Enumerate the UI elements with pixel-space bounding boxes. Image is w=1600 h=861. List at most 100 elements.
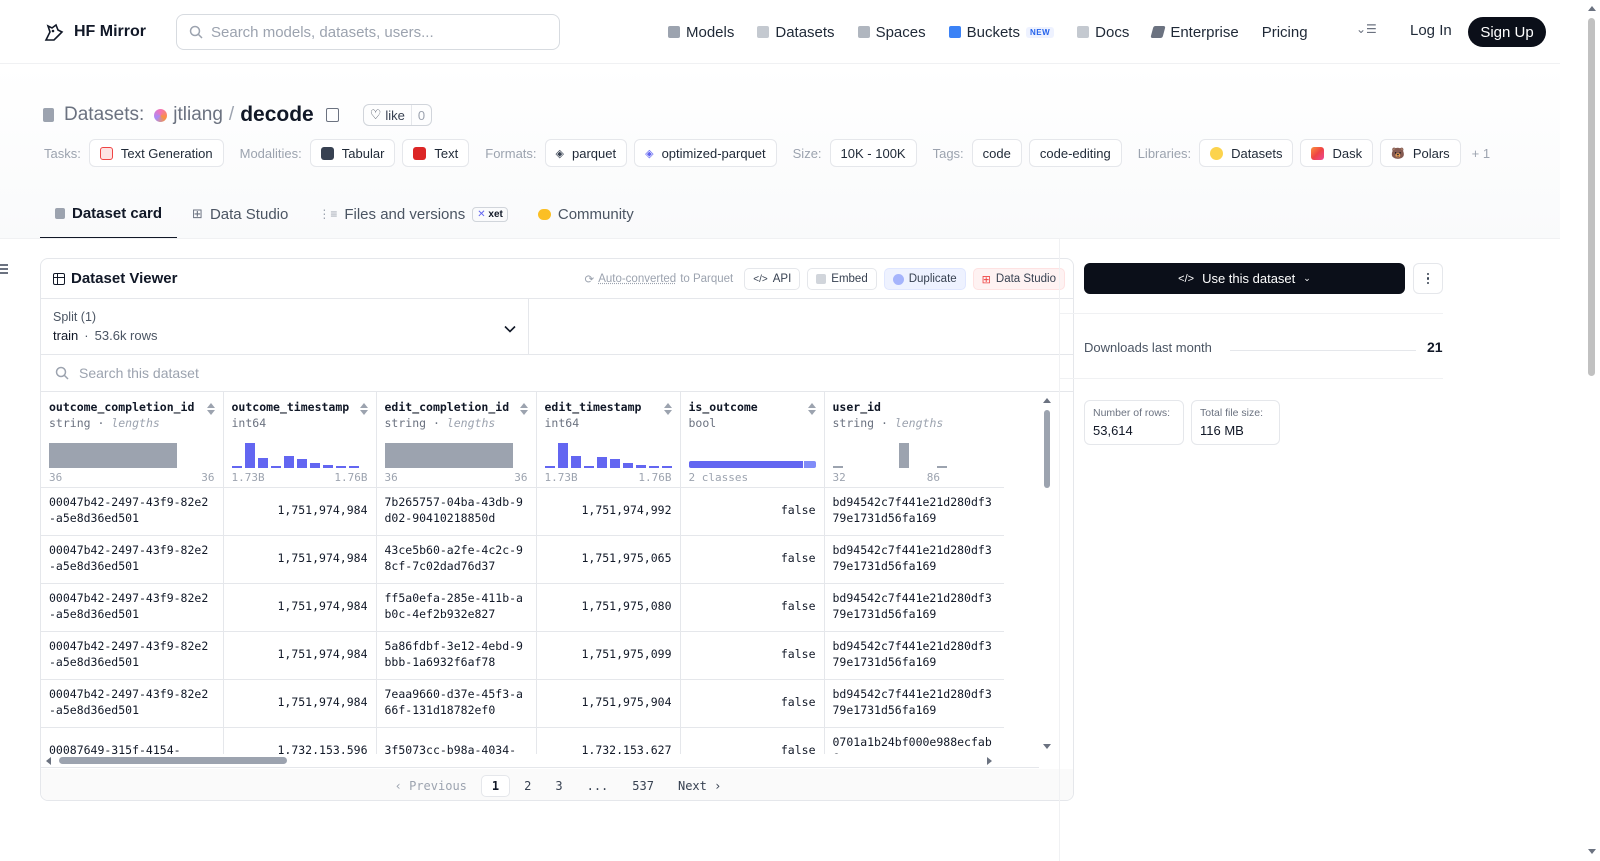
table-row[interactable]: 00087649-315f-4154- 1,732,153,596 3f5073… — [41, 727, 1004, 754]
tag-tabular[interactable]: Tabular — [309, 139, 396, 167]
table-cell[interactable]: 1,732,153,627 — [536, 727, 681, 754]
page-1-button[interactable]: 1 — [480, 774, 511, 797]
table-cell[interactable]: 7b265757-04ba-43db-9d02-90410218850d — [376, 487, 537, 536]
tag-polars[interactable]: 🐻 Polars — [1380, 139, 1461, 167]
tag-size[interactable]: 10K - 100K — [829, 139, 917, 167]
column-header[interactable]: is_outcome bool 2 classes — [680, 392, 825, 488]
nav-spaces[interactable]: Spaces — [857, 24, 926, 41]
table-cell[interactable]: false — [680, 535, 825, 584]
table-row[interactable]: 00047b42-2497-43f9-82e2-a5e8d36ed501 1,7… — [41, 487, 1004, 536]
scroll-thumb[interactable] — [1044, 410, 1050, 488]
page-scrollbar[interactable] — [1584, 0, 1600, 861]
table-row[interactable]: 00047b42-2497-43f9-82e2-a5e8d36ed501 1,7… — [41, 583, 1004, 632]
table-row[interactable]: 00047b42-2497-43f9-82e2-a5e8d36ed501 1,7… — [41, 631, 1004, 680]
tag-datasets-lib[interactable]: Datasets — [1199, 139, 1294, 167]
repo-name[interactable]: decode — [240, 103, 314, 127]
column-header[interactable]: outcome_timestamp int64 1.73B 1.76B — [223, 392, 377, 488]
table-cell[interactable]: 1,732,153,596 — [223, 727, 377, 754]
column-header[interactable]: edit_completion_id string · lengths 36 36 — [376, 392, 537, 488]
table-cell[interactable]: 1,751,974,992 — [536, 487, 681, 536]
tab-dataset-card[interactable]: Dataset card — [40, 192, 178, 239]
autoconverted-link[interactable]: Auto-converted — [598, 273, 676, 285]
table-cell[interactable]: 00047b42-2497-43f9-82e2-a5e8d36ed501 — [41, 631, 224, 680]
scroll-thumb[interactable] — [1588, 18, 1595, 376]
nav-enterprise[interactable]: Enterprise — [1150, 24, 1239, 41]
table-cell[interactable]: bd94542c7f441e21d280df379e1731d56fa169 — [824, 679, 1004, 728]
table-cell[interactable]: 00087649-315f-4154- — [41, 727, 224, 754]
tag-code[interactable]: code — [971, 139, 1022, 167]
page-3-button[interactable]: 3 — [545, 776, 572, 796]
tag-code-editing[interactable]: code-editing — [1028, 139, 1122, 167]
signup-button[interactable]: Sign Up — [1468, 17, 1546, 47]
embed-button[interactable]: Embed — [807, 268, 877, 290]
autoconverted-note[interactable]: ⟳ Auto-converted to Parquet — [585, 272, 734, 286]
nav-docs[interactable]: Docs — [1077, 24, 1129, 41]
table-cell[interactable]: ff5a0efa-285e-411b-ab0c-4ef2b932e827 — [376, 583, 537, 632]
table-cell[interactable]: 00047b42-2497-43f9-82e2-a5e8d36ed501 — [41, 679, 224, 728]
owner-avatar[interactable] — [154, 108, 168, 122]
page-last-button[interactable]: 537 — [622, 776, 664, 796]
page-2-button[interactable]: 2 — [514, 776, 541, 796]
duplicate-button[interactable]: Duplicate — [883, 268, 966, 290]
table-cell[interactable]: false — [680, 487, 825, 536]
nav-more-menu-icon[interactable]: ⌄☰ — [1356, 22, 1377, 36]
tag-text-generation[interactable]: Text Generation — [88, 139, 224, 167]
column-header[interactable]: user_id string · lengths 32 86 — [824, 392, 1004, 488]
tag-text[interactable]: Text — [402, 139, 470, 167]
table-cell[interactable]: 1,751,975,099 — [536, 631, 681, 680]
table-row[interactable]: 00047b42-2497-43f9-82e2-a5e8d36ed501 1,7… — [41, 679, 1004, 728]
table-cell[interactable]: bd94542c7f441e21d280df379e1731d56fa169 — [824, 583, 1004, 632]
sort-icon[interactable] — [206, 403, 215, 415]
copy-icon[interactable] — [325, 108, 339, 122]
table-horizontal-scrollbar[interactable] — [41, 754, 1039, 768]
table-vertical-scrollbar[interactable] — [1041, 394, 1055, 754]
scroll-up-icon[interactable] — [1043, 398, 1051, 403]
scroll-thumb[interactable] — [59, 757, 287, 764]
nav-datasets[interactable]: Datasets — [757, 24, 835, 41]
previous-page-button[interactable]: ‹ Previous — [385, 776, 477, 796]
table-cell[interactable]: 00047b42-2497-43f9-82e2-a5e8d36ed501 — [41, 535, 224, 584]
table-cell[interactable]: 1,751,975,904 — [536, 679, 681, 728]
search-input[interactable] — [211, 23, 541, 41]
table-cell[interactable]: 5a86fdbf-3e12-4ebd-9bbb-1a6932f6af78 — [376, 631, 537, 680]
more-options-icon[interactable] — [1413, 263, 1443, 294]
table-cell[interactable]: 1,751,974,984 — [223, 535, 377, 584]
scroll-right-icon[interactable] — [987, 757, 992, 765]
sort-icon[interactable] — [663, 403, 672, 415]
tab-files-and-versions[interactable]: ⋮≡ Files and versions ✕ xet — [303, 192, 523, 236]
table-cell[interactable]: false — [680, 583, 825, 632]
table-cell[interactable]: 00047b42-2497-43f9-82e2-a5e8d36ed501 — [41, 487, 224, 536]
dataset-search[interactable] — [41, 355, 1073, 392]
table-cell[interactable]: 7eaa9660-d37e-45f3-a66f-131d18782ef0 — [376, 679, 537, 728]
tab-data-studio[interactable]: ⊞ Data Studio — [177, 192, 303, 236]
next-page-button[interactable]: Next › — [668, 776, 731, 796]
table-cell[interactable]: bd94542c7f441e21d280df379e1731d56fa169 — [824, 535, 1004, 584]
more-tags[interactable]: + 1 — [1472, 146, 1490, 161]
tag-optimized-parquet[interactable]: ◈ optimized-parquet — [634, 139, 777, 167]
column-header[interactable]: edit_timestamp int64 1.73B 1.76B — [536, 392, 681, 488]
table-cell[interactable]: bd94542c7f441e21d280df379e1731d56fa169 — [824, 487, 1004, 536]
brand-logo[interactable]: HF Mirror — [42, 20, 146, 44]
table-cell[interactable]: 1,751,974,984 — [223, 487, 377, 536]
split-selector[interactable]: Split (1) train · 53.6k rows — [41, 299, 529, 355]
dataset-search-input[interactable] — [79, 365, 479, 381]
nav-models[interactable]: Models — [668, 24, 734, 41]
nav-pricing[interactable]: Pricing — [1262, 24, 1308, 41]
scroll-left-icon[interactable] — [46, 757, 51, 765]
table-cell[interactable]: 1,751,974,984 — [223, 679, 377, 728]
table-row[interactable]: 00047b42-2497-43f9-82e2-a5e8d36ed501 1,7… — [41, 535, 1004, 584]
chevron-down-icon[interactable] — [504, 323, 516, 335]
table-cell[interactable]: false — [680, 679, 825, 728]
sort-icon[interactable] — [807, 403, 816, 415]
table-cell[interactable]: false — [680, 631, 825, 680]
use-this-dataset-button[interactable]: </> Use this dataset ⌄ — [1084, 263, 1405, 294]
table-cell[interactable]: false — [680, 727, 825, 754]
table-cell[interactable]: 0701a1b24bf000e988ecfab6 — [824, 727, 1004, 754]
tab-community[interactable]: Community — [523, 192, 649, 236]
sort-icon[interactable] — [519, 403, 528, 415]
repo-owner[interactable]: jtliang — [173, 104, 223, 126]
table-cell[interactable]: 1,751,975,080 — [536, 583, 681, 632]
sidebar-toggle-icon[interactable] — [0, 264, 8, 274]
table-cell[interactable]: 00047b42-2497-43f9-82e2-a5e8d36ed501 — [41, 583, 224, 632]
sort-icon[interactable] — [359, 403, 368, 415]
